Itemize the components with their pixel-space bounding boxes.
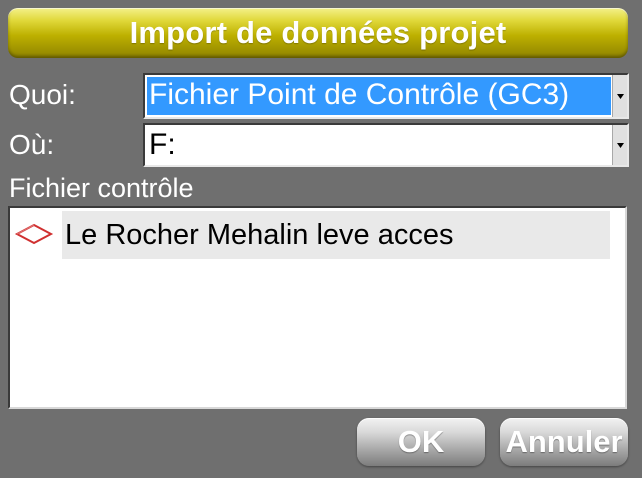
ok-button[interactable]: OK	[357, 418, 485, 466]
control-file-list[interactable]: Le Rocher Mehalin leve acces	[8, 206, 627, 409]
control-file-label: Fichier contrôle	[9, 173, 194, 203]
list-item-label: Le Rocher Mehalin leve acces	[62, 211, 610, 259]
list-item[interactable]: Le Rocher Mehalin leve acces	[12, 211, 610, 259]
where-select-value: F:	[149, 128, 176, 161]
what-select[interactable]: Fichier Point de Contrôle (GC3)	[143, 73, 629, 119]
chevron-down-icon	[616, 93, 624, 99]
dialog-title-bar: Import de données projet	[8, 8, 628, 58]
what-select-value: Fichier Point de Contrôle (GC3)	[147, 77, 611, 115]
what-select-dropdown-button[interactable]	[612, 75, 627, 117]
chevron-down-icon	[616, 142, 624, 148]
dialog-title: Import de données projet	[129, 15, 507, 50]
cancel-button[interactable]: Annuler	[500, 418, 628, 466]
control-point-diamond-icon	[14, 223, 54, 245]
where-select[interactable]: F:	[143, 123, 629, 167]
where-select-dropdown-button[interactable]	[612, 125, 627, 165]
where-label: Où:	[9, 129, 55, 160]
what-label: Quoi:	[9, 79, 76, 110]
